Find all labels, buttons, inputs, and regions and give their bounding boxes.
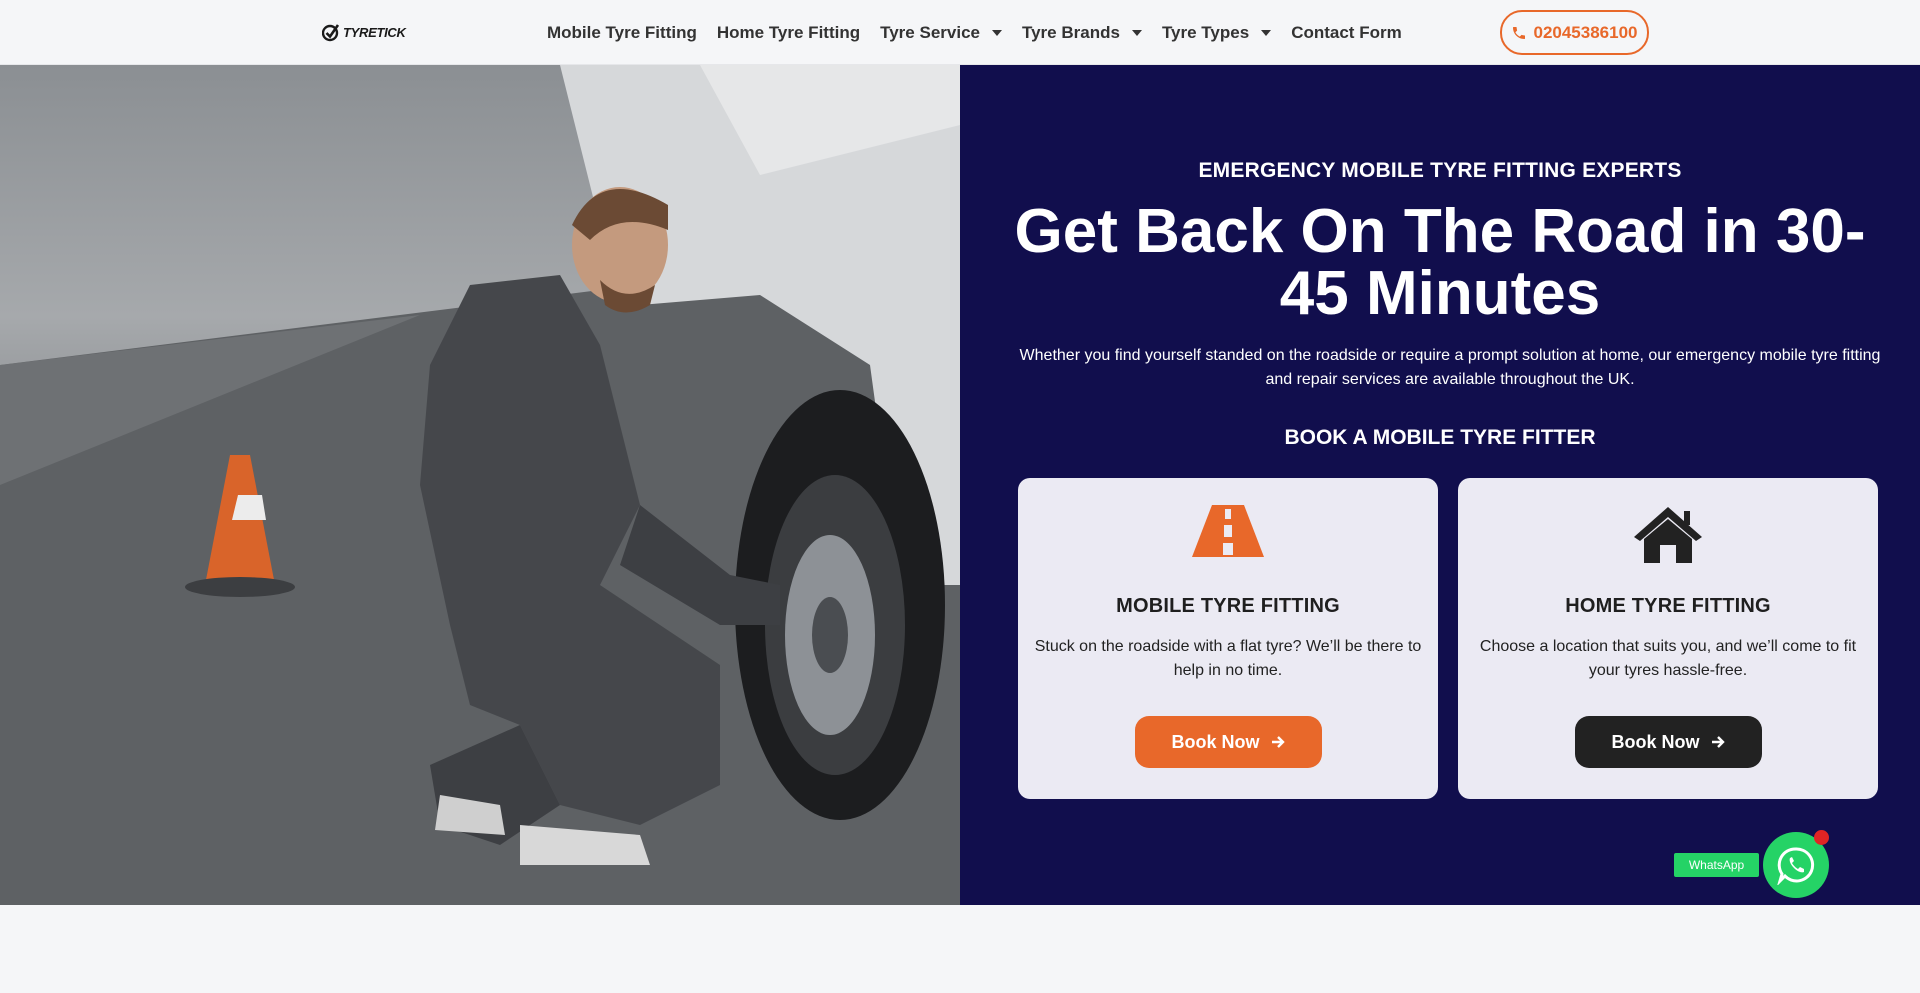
caret-down-icon — [1261, 29, 1272, 36]
nav-label: Home Tyre Fitting — [716, 22, 861, 42]
whatsapp-icon — [1777, 847, 1815, 885]
hero-eyebrow: EMERGENCY MOBILE TYRE FITTING EXPERTS — [1198, 159, 1682, 182]
caret-down-icon — [991, 29, 1002, 36]
nav-tyre-brands[interactable]: Tyre Brands — [1022, 23, 1142, 43]
card-home-tyre-fitting: HOME TYRE FITTING Choose a location that… — [1458, 478, 1878, 799]
nav-label: Tyre Service — [880, 22, 980, 42]
nav-label: Tyre Types — [1161, 22, 1250, 42]
logo-text: TYRETICK — [343, 24, 406, 40]
card-mobile-tyre-fitting: MOBILE TYRE FITTING Stuck on the roadsid… — [1018, 478, 1438, 799]
nav-home-tyre-fitting[interactable]: Home Tyre Fitting — [717, 23, 860, 43]
check-badge-icon — [322, 24, 340, 42]
hero-panel: EMERGENCY MOBILE TYRE FITTING EXPERTS Ge… — [960, 65, 1920, 905]
card-text: Choose a location that suits you, and we… — [1479, 638, 1857, 679]
arrow-right-icon — [1711, 736, 1725, 748]
button-label: Book Now — [1611, 731, 1700, 752]
phone-icon — [1513, 26, 1526, 39]
hero-image — [0, 65, 960, 905]
hero-intro: Whether you find yourself standed on the… — [1019, 347, 1881, 388]
nav-label: Tyre Brands — [1021, 22, 1120, 42]
nav-tyre-service[interactable]: Tyre Service — [880, 23, 1002, 43]
logo[interactable]: TYRETICK — [322, 20, 406, 44]
home-icon — [1634, 507, 1702, 563]
button-label: Book Now — [1171, 731, 1260, 752]
main-nav: Mobile Tyre Fitting Home Tyre Fitting Ty… — [547, 0, 1422, 65]
card-text: Stuck on the roadside with a flat tyre? … — [1034, 638, 1422, 679]
mechanic-changing-tyre-illustration — [0, 65, 960, 905]
nav-label: Mobile Tyre Fitting — [547, 22, 697, 42]
card-title: MOBILE TYRE FITTING — [1116, 595, 1340, 617]
book-now-home-button[interactable]: Book Now — [1575, 716, 1762, 768]
book-now-mobile-button[interactable]: Book Now — [1135, 716, 1322, 768]
whatsapp-label[interactable]: WhatsApp — [1674, 853, 1759, 877]
nav-label: Contact Form — [1291, 22, 1402, 42]
nav-contact-form[interactable]: Contact Form — [1291, 23, 1402, 43]
road-icon — [1192, 505, 1264, 557]
arrow-right-icon — [1271, 736, 1285, 748]
phone-button[interactable]: 02045386100 — [1500, 10, 1649, 55]
section-label: BOOK A MOBILE TYRE FITTER — [1284, 426, 1596, 449]
phone-number: 02045386100 — [1533, 22, 1638, 42]
hero-headline: Get Back On The Road in 30-45 Minutes — [1014, 197, 1866, 328]
notification-dot — [1814, 830, 1829, 845]
site-header: TYRETICK Mobile Tyre Fitting Home Tyre F… — [0, 0, 1920, 65]
card-title: HOME TYRE FITTING — [1565, 595, 1771, 617]
caret-down-icon — [1131, 29, 1142, 36]
nav-tyre-types[interactable]: Tyre Types — [1161, 22, 1272, 43]
nav-mobile-tyre-fitting[interactable]: Mobile Tyre Fitting — [547, 23, 697, 43]
